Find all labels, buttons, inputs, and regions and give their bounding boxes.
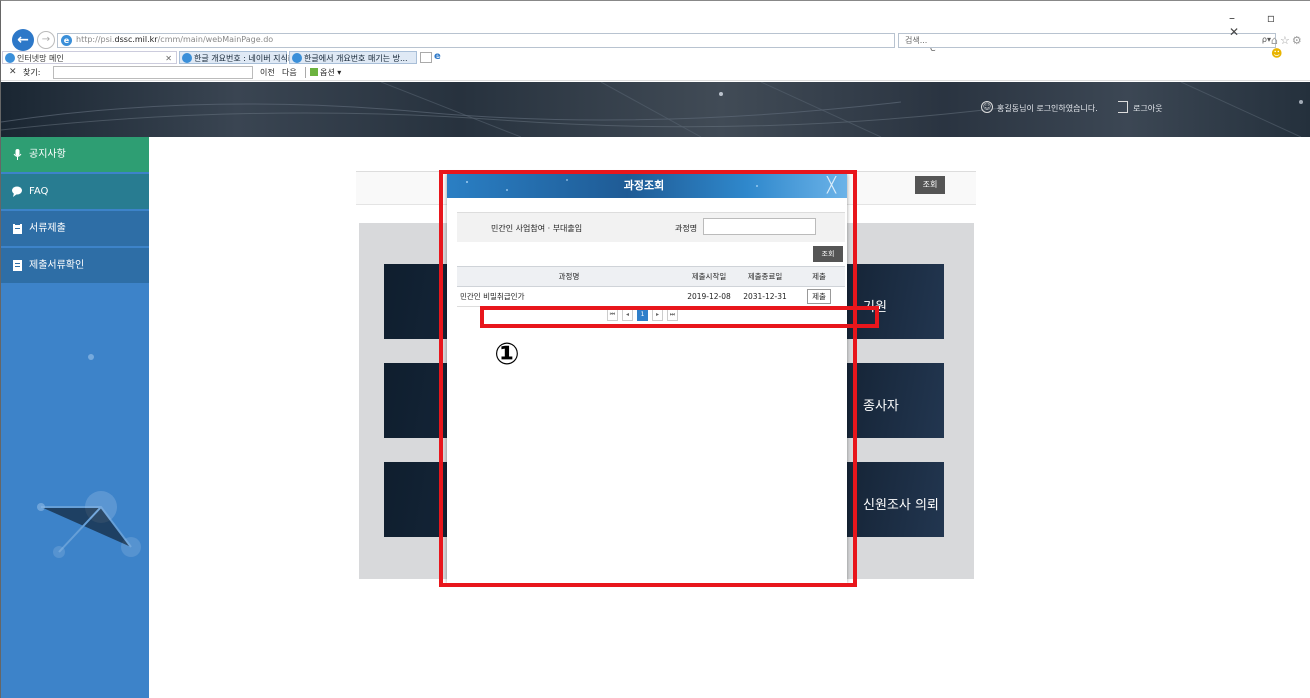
tab-favicon-icon [5, 53, 15, 63]
find-options-button[interactable]: 옵션 ▾ [305, 67, 341, 78]
back-button[interactable]: ← [12, 29, 34, 51]
find-close-icon[interactable]: ✕ [9, 67, 17, 77]
tab-label: 한글에서 개요번호 매기는 방... [304, 54, 408, 63]
document-check-icon [13, 260, 22, 271]
tab-outline-numbering[interactable]: 한글에서 개요번호 매기는 방... [289, 51, 417, 64]
sidebar-item-label: 서류제출 [29, 223, 66, 234]
tab-strip: 인터넷망 메인 ✕ 한글 개요번호 : 네이버 지식iN... 한글에서 개요번… [1, 50, 1310, 65]
address-bar[interactable]: e http://psi.dssc.mil.kr/cmm/main/webMai… [57, 33, 936, 53]
sidebar-item-faq[interactable]: FAQ [1, 174, 149, 209]
header-decoration [1, 82, 1303, 137]
sidebar-item-notice[interactable]: 공지사항 [1, 137, 149, 172]
browser-address-row: ← → e http://psi.dssc.mil.kr/cmm/main/we… [1, 1, 1310, 60]
new-tab-button[interactable] [420, 52, 432, 63]
find-options-label: 옵션 ▾ [320, 68, 342, 77]
ie-page-icon: e [61, 35, 72, 46]
chat-bubble-icon [12, 186, 22, 197]
find-bar: ✕ 찾기: 이전 다음 옵션 ▾ [1, 65, 1310, 81]
microphone-icon [13, 149, 22, 160]
tab-label: 인터넷망 메인 [17, 54, 64, 63]
search-placeholder: 검색... [905, 36, 928, 45]
tab-favicon-icon [182, 53, 192, 63]
login-message: 홍길동님이 로그인하였습니다. [997, 104, 1098, 113]
modal-highlight-box [439, 170, 857, 587]
tab-close-icon[interactable]: ✕ [165, 52, 172, 65]
sidebar-item-submit-documents[interactable]: 서류제출 [1, 211, 149, 246]
find-label: 찾기: [23, 68, 41, 77]
find-prev-button[interactable]: 이전 [260, 67, 275, 78]
step-marker: ① [494, 337, 520, 372]
tab-label: 한글 개요번호 : 네이버 지식iN... [194, 54, 304, 63]
clipboard-icon [13, 223, 22, 234]
logout-button[interactable]: 로그아웃 [1133, 103, 1162, 114]
logout-icon[interactable] [1118, 101, 1128, 113]
forward-button[interactable]: → [37, 31, 55, 49]
tab-favicon-icon [292, 53, 302, 63]
options-icon [310, 68, 318, 76]
address-url: http://psi.dssc.mil.kr/cmm/main/webMainP… [76, 35, 274, 44]
sidebar-item-label: FAQ [29, 186, 49, 197]
tab-naver[interactable]: 한글 개요번호 : 네이버 지식iN... [179, 51, 304, 64]
find-input[interactable] [53, 66, 253, 79]
pagination-highlight-box [480, 306, 879, 328]
find-next-button[interactable]: 다음 [282, 67, 297, 78]
sidebar: 공지사항 FAQ 서류제출 제출서류확인 [1, 137, 149, 698]
sidebar-decoration [37, 354, 141, 558]
browser-search-field[interactable]: 검색... ρ▾ [898, 33, 1276, 48]
ie-logo-icon[interactable]: e [434, 51, 446, 63]
service-card-label: 신원조사 의뢰 [863, 498, 939, 513]
sidebar-item-label: 제출서류확인 [29, 260, 85, 271]
home-star-gear-icon[interactable]: ⌂☆⚙ [1271, 34, 1304, 47]
service-card-label: 종사자 [863, 399, 899, 414]
site-header: ☺ 홍길동님이 로그인하였습니다. 로그아웃 [1, 82, 1310, 137]
user-icon: ☺ [981, 101, 993, 113]
main-search-button[interactable]: 조회 [915, 176, 945, 194]
screen: ← → e http://psi.dssc.mil.kr/cmm/main/we… [0, 0, 1310, 698]
tab-intranet-main[interactable]: 인터넷망 메인 ✕ [2, 51, 177, 64]
sidebar-item-label: 공지사항 [29, 149, 66, 160]
